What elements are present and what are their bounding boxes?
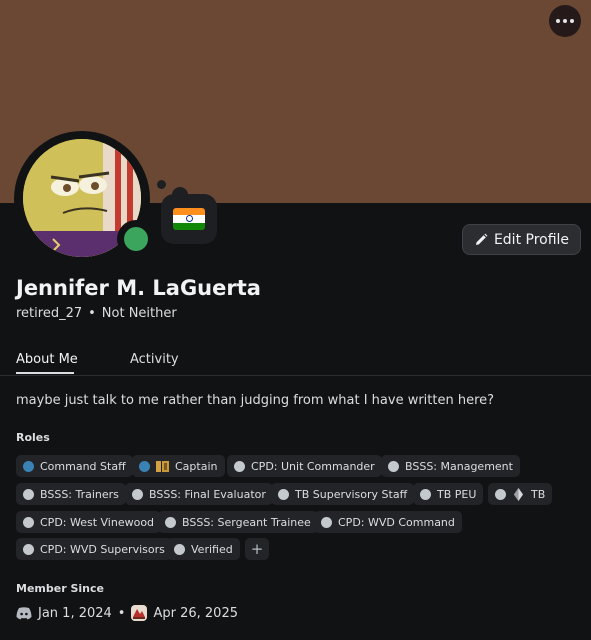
server-join-date: Apr 26, 2025 <box>153 605 238 621</box>
display-name: Jennifer M. LaGuerta <box>16 276 261 300</box>
server-icon <box>131 605 148 621</box>
role-command-staff[interactable]: Command Staff <box>16 455 133 477</box>
role-captain[interactable]: Captain <box>132 455 225 477</box>
subtitle-separator: • <box>88 306 96 321</box>
member-separator: • <box>117 605 126 621</box>
thought-bubble-small <box>157 180 166 189</box>
role-label: Command Staff <box>40 459 126 473</box>
india-flag-icon <box>173 208 205 230</box>
active-tab-indicator <box>16 372 74 374</box>
pencil-icon <box>475 233 488 245</box>
role-color-dot <box>23 488 34 500</box>
member-since-heading: Member Since <box>16 582 104 595</box>
edit-profile-button[interactable]: Edit Profile <box>462 224 581 255</box>
role-color-dot <box>388 460 399 472</box>
edit-profile-label: Edit Profile <box>493 231 570 248</box>
role-bsss-trainers[interactable]: BSSS: Trainers <box>16 483 126 505</box>
role-color-dot <box>174 543 185 555</box>
roles-heading: Roles <box>16 431 50 444</box>
diamond-icon <box>514 487 523 501</box>
role-color-dot <box>278 488 289 500</box>
role-color-dot <box>23 543 34 555</box>
online-icon <box>124 227 148 251</box>
role-cpd-wvd-supervisors[interactable]: CPD: WVD Supervisors <box>16 538 172 560</box>
role-label: CPD: Unit Commander <box>251 459 375 473</box>
custom-status[interactable] <box>161 194 217 244</box>
online-status-indicator <box>117 220 155 258</box>
role-bsss-sergeant-trainee[interactable]: BSSS: Sergeant Trainee <box>158 511 318 533</box>
role-label: BSSS: Management <box>405 459 513 473</box>
role-color-dot <box>495 488 506 500</box>
role-bsss-final-evaluator[interactable]: BSSS: Final Evaluator <box>125 483 273 505</box>
profile-subtitle: retired_27 • Not Neither <box>16 306 177 321</box>
role-label: CPD: West Vinewood <box>40 515 155 529</box>
tab-divider <box>0 375 591 376</box>
role-color-dot <box>165 516 176 528</box>
tab-about-me[interactable]: About Me <box>16 352 78 367</box>
role-label: CPD: WVD Supervisors <box>40 542 165 556</box>
captain-badge-icon <box>156 460 169 472</box>
role-label: TB <box>531 487 546 501</box>
discord-join-date: Jan 1, 2024 <box>38 605 112 621</box>
role-color-dot <box>132 488 143 500</box>
tab-activity[interactable]: Activity <box>130 352 179 367</box>
role-cpd-west-vinewood[interactable]: CPD: West Vinewood <box>16 511 162 533</box>
more-options-button[interactable] <box>549 5 581 37</box>
role-label: BSSS: Trainers <box>40 487 119 501</box>
role-color-dot <box>234 460 245 472</box>
role-color-dot <box>23 516 34 528</box>
role-label: CPD: WVD Command <box>338 515 455 529</box>
avatar-frame <box>14 131 155 267</box>
role-color-dot <box>321 516 332 528</box>
role-tb-supervisory-staff[interactable]: TB Supervisory Staff <box>271 483 415 505</box>
role-label: Captain <box>175 459 218 473</box>
add-role-button[interactable]: + <box>245 538 269 560</box>
role-color-dot <box>420 488 431 500</box>
role-tb[interactable]: TB <box>488 483 553 505</box>
member-since-row: Jan 1, 2024 • Apr 26, 2025 <box>16 605 238 621</box>
role-label: BSSS: Sergeant Trainee <box>182 515 311 529</box>
role-cpd-wvd-command[interactable]: CPD: WVD Command <box>314 511 462 533</box>
role-label: BSSS: Final Evaluator <box>149 487 266 501</box>
username[interactable]: retired_27 <box>16 306 82 321</box>
role-bsss-management[interactable]: BSSS: Management <box>381 455 520 477</box>
role-color-dot <box>23 460 34 472</box>
bio-text: maybe just talk to me rather than judgin… <box>16 393 495 408</box>
role-cpd-unit-commander[interactable]: CPD: Unit Commander <box>227 455 382 477</box>
role-label: TB Supervisory Staff <box>295 487 408 501</box>
role-label: TB PEU <box>437 487 477 501</box>
pronouns: Not Neither <box>101 306 177 321</box>
role-verified[interactable]: Verified <box>167 538 240 560</box>
role-color-dot <box>139 460 150 472</box>
role-tb-peu[interactable]: TB PEU <box>413 483 484 505</box>
discord-icon <box>16 606 32 619</box>
role-label: Verified <box>191 542 233 556</box>
